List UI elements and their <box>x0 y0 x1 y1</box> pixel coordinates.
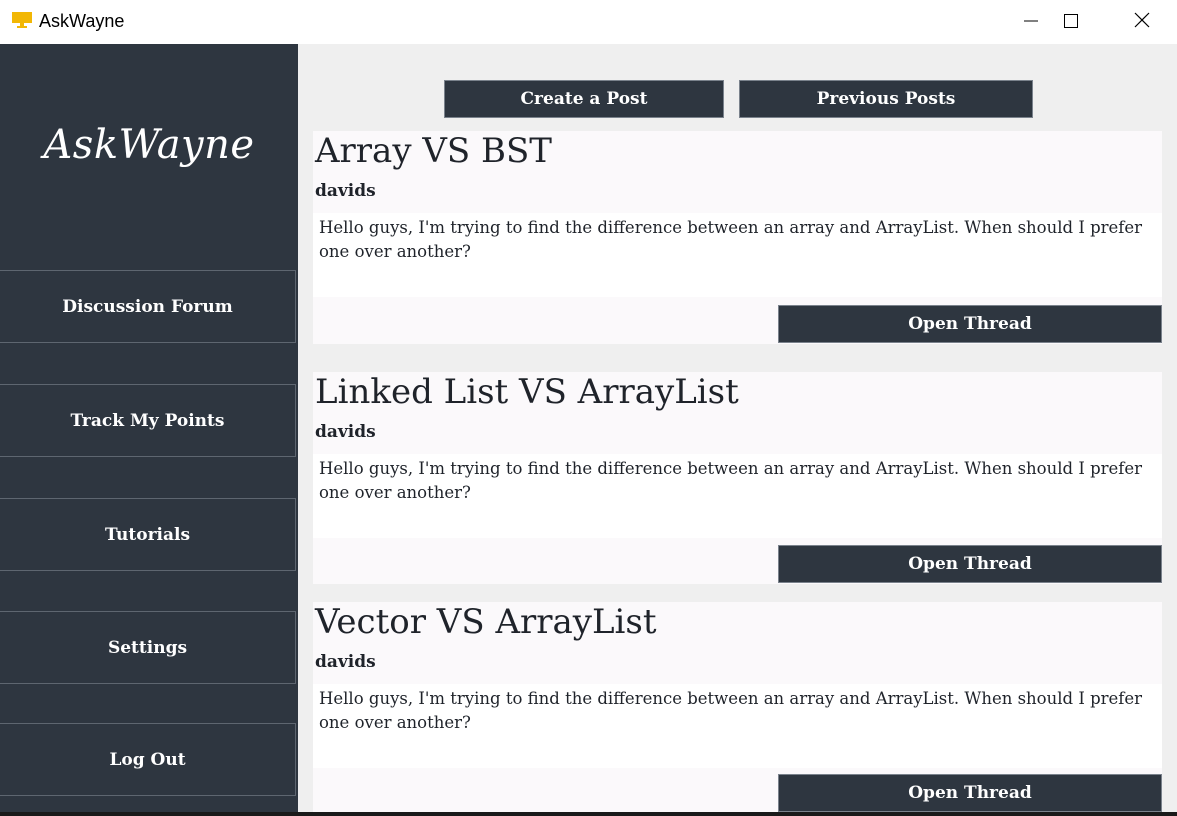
monitor-icon <box>12 12 32 28</box>
post-author: davids <box>315 181 376 201</box>
sidebar-item-label: Track My Points <box>70 410 225 431</box>
previous-posts-button[interactable]: Previous Posts <box>739 80 1033 118</box>
sidebar-item-track-my-points[interactable]: Track My Points <box>0 384 296 457</box>
post-body: Hello guys, I'm trying to find the diffe… <box>313 213 1162 297</box>
maximize-icon <box>1064 13 1078 32</box>
sidebar: AskWayne Discussion Forum Track My Point… <box>0 44 298 816</box>
close-icon <box>1134 12 1150 32</box>
post-author: davids <box>315 652 376 672</box>
post-title: Linked List VS ArrayList <box>315 372 739 412</box>
post-author: davids <box>315 422 376 442</box>
post-card: Linked List VS ArrayList davids Hello gu… <box>313 372 1162 584</box>
sidebar-item-log-out[interactable]: Log Out <box>0 723 296 796</box>
window-title: AskWayne <box>39 11 125 31</box>
sidebar-item-tutorials[interactable]: Tutorials <box>0 498 296 571</box>
post-card: Vector VS ArrayList davids Hello guys, I… <box>313 602 1162 816</box>
post-body: Hello guys, I'm trying to find the diffe… <box>313 684 1162 768</box>
close-button[interactable] <box>1107 0 1177 44</box>
maximize-button[interactable] <box>1036 0 1106 44</box>
sidebar-item-label: Settings <box>107 637 188 658</box>
taskbar-edge <box>0 812 1177 816</box>
open-thread-button[interactable]: Open Thread <box>778 545 1162 583</box>
sidebar-item-label: Tutorials <box>104 524 191 545</box>
app-logo: AskWayne <box>43 122 255 168</box>
post-card: Array VS BST davids Hello guys, I'm tryi… <box>313 131 1162 344</box>
main-content: Create a Post Previous Posts Array VS BS… <box>298 44 1177 816</box>
create-post-button[interactable]: Create a Post <box>444 80 724 118</box>
open-thread-button[interactable]: Open Thread <box>778 305 1162 343</box>
sidebar-item-label: Log Out <box>109 749 186 770</box>
sidebar-item-label: Discussion Forum <box>62 296 233 317</box>
sidebar-item-discussion-forum[interactable]: Discussion Forum <box>0 270 296 343</box>
post-title: Vector VS ArrayList <box>315 602 657 642</box>
title-bar: AskWayne <box>0 0 1177 44</box>
sidebar-item-settings[interactable]: Settings <box>0 611 296 684</box>
open-thread-button[interactable]: Open Thread <box>778 774 1162 812</box>
post-body: Hello guys, I'm trying to find the diffe… <box>313 454 1162 538</box>
post-title: Array VS BST <box>315 131 552 171</box>
